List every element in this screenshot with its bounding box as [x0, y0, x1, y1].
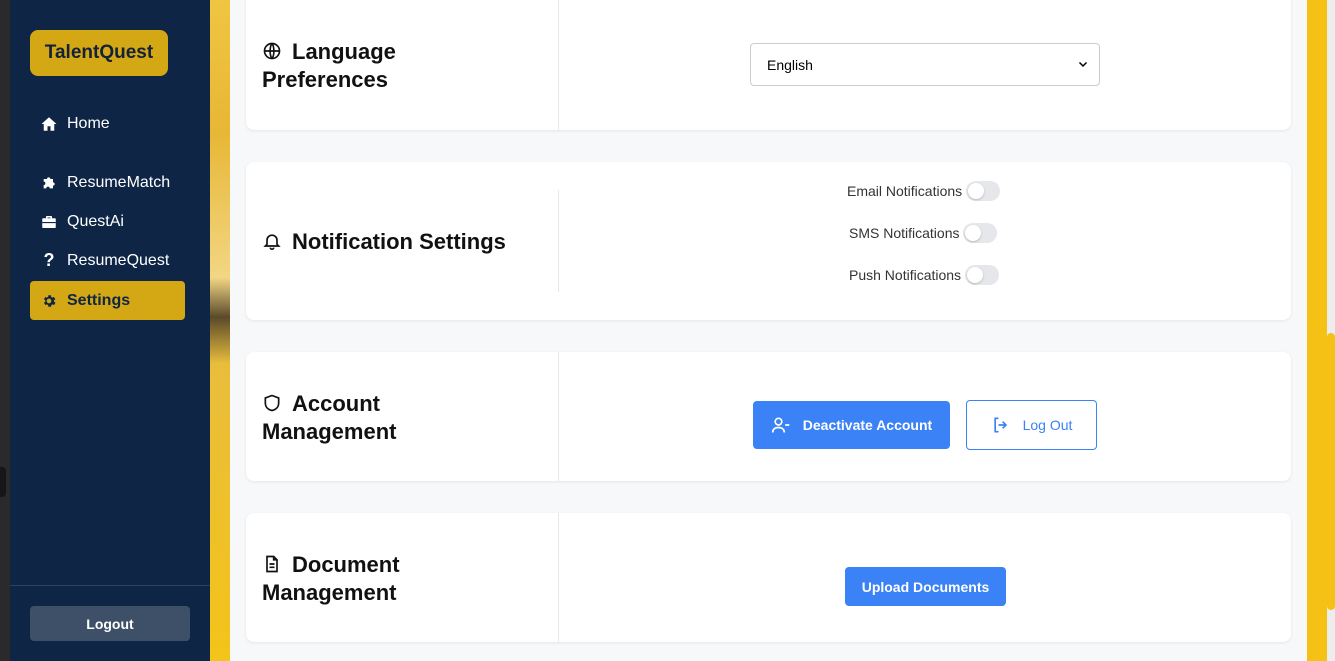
scrollbar-thumb[interactable]: [1327, 333, 1335, 610]
push-notifications-row: Push Notifications: [849, 265, 1000, 285]
sidebar-item-resumematch[interactable]: ResumeMatch: [30, 163, 185, 202]
email-notifications-toggle[interactable]: [966, 181, 1001, 201]
sidebar-item-resumequest[interactable]: ? ResumeQuest: [30, 241, 185, 280]
background-image: [210, 0, 230, 661]
language-select[interactable]: English: [750, 43, 1100, 86]
sms-notifications-row: SMS Notifications: [849, 223, 998, 243]
brand-logo[interactable]: TalentQuest: [30, 30, 168, 76]
user-minus-icon: [771, 415, 791, 435]
sidebar-item-settings[interactable]: Settings: [30, 281, 185, 320]
account-management-card: Account Management Deactivate Account Lo…: [246, 352, 1291, 481]
log-out-icon: [991, 415, 1011, 435]
sidebar-item-label: Home: [67, 114, 110, 132]
section-title: Account Management: [262, 391, 397, 444]
section-title: Notification Settings: [262, 228, 552, 256]
logout-button[interactable]: Logout: [30, 606, 190, 641]
section-title: Language Preferences: [262, 39, 396, 92]
divider: [558, 513, 559, 642]
briefcase-icon: [40, 213, 58, 231]
home-icon: [40, 115, 58, 133]
sidebar-divider: [10, 585, 210, 586]
sms-notifications-toggle[interactable]: [963, 223, 998, 243]
sidebar-item-questai[interactable]: QuestAi: [30, 202, 185, 241]
window-edge: [0, 0, 10, 661]
sidebar: TalentQuest Home ResumeMatch QuestAi ? R…: [10, 0, 210, 661]
divider: [558, 190, 559, 292]
background-image-right: [1307, 0, 1327, 661]
sidebar-item-label: QuestAi: [67, 212, 124, 230]
shield-icon: [262, 392, 282, 412]
bell-icon: [262, 230, 282, 251]
deactivate-account-button[interactable]: Deactivate Account: [753, 401, 950, 449]
notification-settings-card: Notification Settings Email Notification…: [246, 162, 1291, 320]
upload-documents-button[interactable]: Upload Documents: [845, 567, 1006, 606]
settings-content: Language Preferences English Notificatio…: [230, 0, 1307, 661]
toggle-label: Email Notifications: [847, 183, 963, 199]
sidebar-item-home[interactable]: Home: [30, 104, 185, 143]
chevron-down-icon: [1077, 57, 1089, 73]
card-header: Notification Settings: [246, 162, 559, 320]
question-icon: ?: [43, 250, 55, 270]
sidebar-item-label: Settings: [67, 291, 131, 309]
divider: [558, 0, 559, 130]
card-header: Language Preferences: [246, 0, 559, 130]
email-notifications-row: Email Notifications: [847, 181, 1001, 201]
sidebar-item-label: ResumeMatch: [67, 173, 171, 191]
document-icon: [262, 553, 282, 573]
language-select-value: English: [767, 56, 813, 73]
card-header: Document Management: [246, 513, 559, 642]
log-out-button[interactable]: Log Out: [966, 400, 1097, 450]
globe-icon: [262, 40, 282, 60]
puzzle-icon: [40, 174, 58, 192]
sidebar-item-label: ResumeQuest: [67, 251, 170, 269]
language-preferences-card: Language Preferences English: [246, 0, 1291, 130]
edge-handle: [0, 467, 6, 497]
toggle-label: Push Notifications: [849, 267, 962, 283]
push-notifications-toggle[interactable]: [965, 265, 1000, 285]
section-title: Document Management: [262, 552, 400, 605]
document-management-card: Document Management Upload Documents: [246, 513, 1291, 642]
divider: [558, 352, 559, 481]
gear-icon: [40, 292, 58, 310]
toggle-label: SMS Notifications: [849, 225, 960, 241]
card-header: Account Management: [246, 352, 559, 481]
